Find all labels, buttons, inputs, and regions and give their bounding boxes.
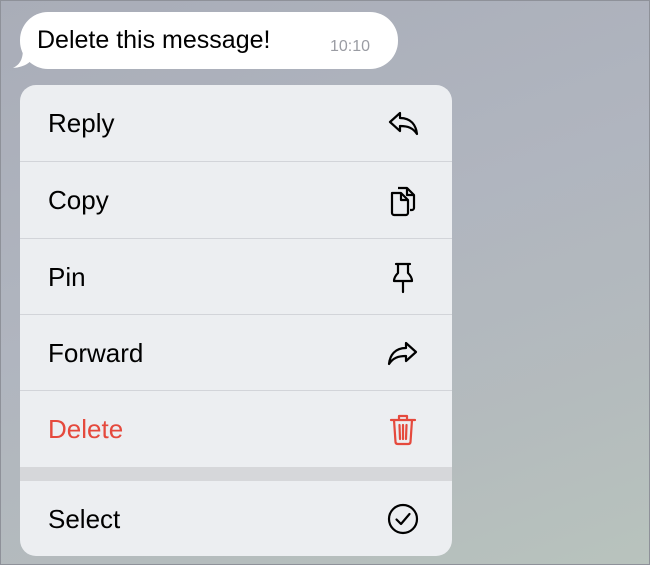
trash-icon xyxy=(389,414,417,446)
copy-icon xyxy=(390,186,416,217)
menu-item-select[interactable]: Select xyxy=(20,481,452,556)
checkmark-circle-icon xyxy=(387,503,419,535)
menu-item-reply[interactable]: Reply xyxy=(20,85,452,161)
menu-item-copy[interactable]: Copy xyxy=(20,162,452,238)
menu-item-label: Delete xyxy=(48,414,124,444)
pin-icon xyxy=(392,262,414,294)
menu-item-delete[interactable]: Delete xyxy=(20,391,452,467)
menu-item-label: Forward xyxy=(48,338,144,368)
menu-item-label: Reply xyxy=(48,108,115,138)
menu-item-label: Copy xyxy=(48,185,109,215)
message-text: Delete this message! xyxy=(37,26,271,54)
forward-icon xyxy=(387,341,418,366)
menu-item-label: Pin xyxy=(48,262,86,292)
context-menu: Reply Copy Pin Forward Delete Select xyxy=(20,85,452,556)
menu-item-pin[interactable]: Pin xyxy=(20,239,452,315)
menu-item-label: Select xyxy=(48,504,121,534)
reply-icon xyxy=(388,111,419,136)
menu-item-forward[interactable]: Forward xyxy=(20,315,452,391)
menu-section-separator xyxy=(20,467,452,481)
message-timestamp: 10:10 xyxy=(330,38,371,55)
